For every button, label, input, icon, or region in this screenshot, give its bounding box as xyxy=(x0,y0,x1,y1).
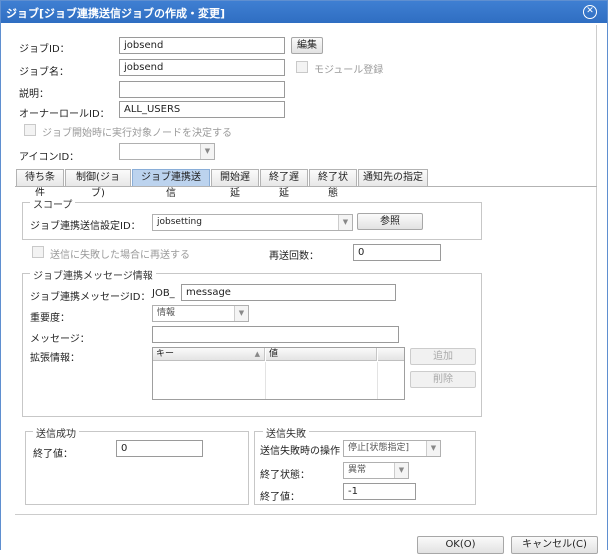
send-failure-legend: 送信失敗 xyxy=(263,425,309,440)
close-icon[interactable]: ✕ xyxy=(583,5,597,19)
resend-count-input[interactable]: 0 xyxy=(353,244,441,261)
failure-end-state-select[interactable]: 異常 ▼ xyxy=(343,462,409,479)
ext-info-table[interactable]: キー ▲ 値 xyxy=(152,347,405,400)
dialog-window: ジョブ[ジョブ連携送信ジョブの作成・変更] ✕ ジョブID： jobsend 編… xyxy=(0,0,608,554)
sort-arrow-icon: ▲ xyxy=(254,350,260,358)
setting-id-value: jobsetting xyxy=(157,217,202,227)
ext-info-label: 拡張情報： xyxy=(30,353,80,364)
tab-notification[interactable]: 通知先の指定 xyxy=(358,169,428,187)
severity-select[interactable]: 情報 ▼ xyxy=(152,305,249,322)
cancel-button[interactable]: キャンセル(C) xyxy=(511,536,598,554)
failure-end-value-input[interactable]: -1 xyxy=(343,483,416,500)
scope-legend: スコープ xyxy=(30,196,76,211)
job-id-input[interactable]: jobsend xyxy=(119,37,285,54)
owner-role-input[interactable]: ALL_USERS xyxy=(119,101,285,118)
grid-divider xyxy=(265,362,266,399)
chevron-down-icon: ▼ xyxy=(234,306,248,321)
tab-wait-condition[interactable]: 待ち条件 xyxy=(16,169,64,199)
module-register-label: モジュール登録 xyxy=(314,65,384,76)
msg-id-input[interactable]: message xyxy=(181,284,396,301)
ok-button[interactable]: OK(O) xyxy=(417,536,504,554)
send-success-legend: 送信成功 xyxy=(33,425,79,440)
tab-job-link-send[interactable]: ジョブ連携送信 xyxy=(132,169,210,199)
tab-control[interactable]: 制御(ジョブ) xyxy=(65,169,131,199)
setting-id-label: ジョブ連携送信設定ID： xyxy=(30,221,141,232)
edit-button[interactable]: 編集 xyxy=(291,37,323,54)
failure-end-value-label: 終了値： xyxy=(260,492,300,503)
col-filler-header xyxy=(378,348,404,361)
msg-id-prefix: JOB_ xyxy=(152,288,175,299)
tab-end-state[interactable]: 終了状態 xyxy=(309,169,357,199)
severity-value: 情報 xyxy=(157,308,176,318)
failure-operation-label: 送信失敗時の操作 xyxy=(260,446,340,457)
failure-operation-select[interactable]: 停止[状態指定] ▼ xyxy=(343,440,441,457)
reference-button[interactable]: 参照 xyxy=(357,213,423,230)
owner-role-label: オーナーロールID： xyxy=(19,109,110,120)
resend-checkbox[interactable] xyxy=(32,246,44,258)
description-label: 説明： xyxy=(19,89,49,100)
severity-label: 重要度： xyxy=(30,313,70,324)
job-name-label: ジョブ名： xyxy=(19,67,69,78)
chevron-down-icon: ▼ xyxy=(338,215,352,230)
message-input[interactable] xyxy=(152,326,399,343)
decide-node-checkbox[interactable] xyxy=(24,124,36,136)
dialog-footer: OK(O) キャンセル(C) xyxy=(1,516,607,554)
success-end-value-label: 終了値： xyxy=(33,449,73,460)
chevron-down-icon: ▼ xyxy=(200,144,214,159)
tab-end-delay[interactable]: 終了遅延 xyxy=(260,169,308,199)
job-name-input[interactable]: jobsend xyxy=(119,59,285,76)
decide-node-label: ジョブ開始時に実行対象ノードを決定する xyxy=(42,128,232,139)
icon-id-select[interactable]: ▼ xyxy=(119,143,215,160)
delete-button[interactable]: 削除 xyxy=(410,371,476,388)
tab-start-delay[interactable]: 開始遅延 xyxy=(211,169,259,199)
message-legend: ジョブ連携メッセージ情報 xyxy=(30,267,156,282)
dialog-title: ジョブ[ジョブ連携送信ジョブの作成・変更] xyxy=(6,7,226,20)
chevron-down-icon: ▼ xyxy=(426,441,440,456)
chevron-down-icon: ▼ xyxy=(394,463,408,478)
grid-divider xyxy=(377,362,378,399)
col-key-header[interactable]: キー ▲ xyxy=(153,348,265,361)
failure-end-state-value: 異常 xyxy=(348,465,367,475)
col-key-label: キー xyxy=(156,349,175,359)
success-end-value-input[interactable]: 0 xyxy=(116,440,203,457)
module-register-checkbox[interactable] xyxy=(296,61,308,73)
tab-divider xyxy=(15,186,597,187)
failure-end-state-label: 終了状態： xyxy=(260,470,310,481)
failure-operation-value: 停止[状態指定] xyxy=(348,443,410,453)
setting-id-select[interactable]: jobsetting ▼ xyxy=(152,214,353,231)
description-input[interactable] xyxy=(119,81,285,98)
msg-id-label: ジョブ連携メッセージID： xyxy=(30,292,151,303)
message-label: メッセージ： xyxy=(30,334,90,345)
icon-id-label: アイコンID： xyxy=(19,152,80,163)
job-id-label: ジョブID： xyxy=(19,44,70,55)
resend-count-label: 再送回数： xyxy=(269,251,319,262)
title-bar[interactable]: ジョブ[ジョブ連携送信ジョブの作成・変更] ✕ xyxy=(1,1,607,23)
add-button[interactable]: 追加 xyxy=(410,348,476,365)
col-value-header[interactable]: 値 xyxy=(266,348,377,361)
resend-label: 送信に失敗した場合に再送する xyxy=(50,250,190,261)
